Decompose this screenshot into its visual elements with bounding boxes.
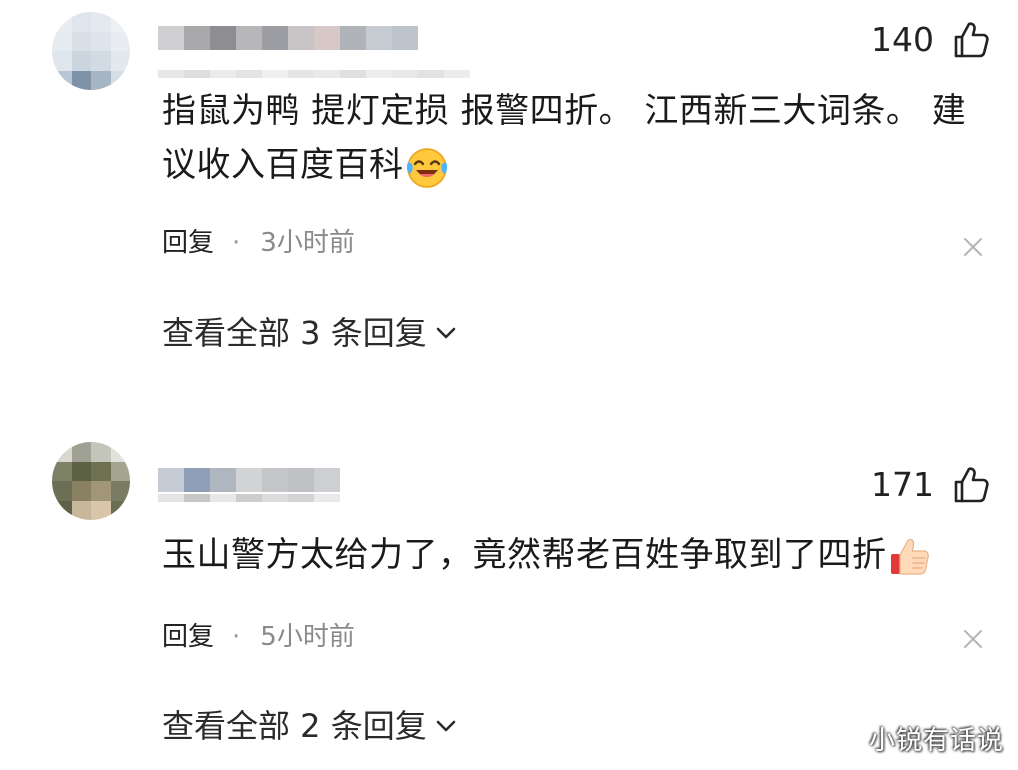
meta-separator: · [232,228,241,258]
view-replies-button[interactable]: 查看全部 2 条回复 [162,706,457,746]
username-shadow [158,494,340,502]
comment-text-line: 指鼠为鸭 提灯定损 报警四折。 江西新三大词条。 建 [162,91,967,131]
close-icon[interactable] [962,628,984,650]
comment-meta: 回复 · 5小时前 [162,620,355,654]
timestamp: 3小时前 [260,228,355,258]
view-replies-button[interactable]: 查看全部 3 条回复 [162,313,457,353]
like-count: 140 [871,20,934,59]
avatar[interactable] [52,442,130,520]
watermark: 小锐有话说 [868,726,1004,756]
comment-text: 玉山警方太给力了，竟然帮老百姓争取到了四折 [162,528,982,582]
username-shadow [158,70,470,78]
comment-meta: 回复 · 3小时前 [162,226,355,260]
view-replies-label: 查看全部 3 条回复 [162,314,427,352]
laughing-crying-emoji [406,147,447,188]
comment-text-segment: 议收入百度百科 [162,145,404,185]
thumbs-up-outline-icon[interactable] [950,465,990,505]
close-icon[interactable] [962,236,984,258]
reply-button[interactable]: 回复 [162,620,214,654]
view-replies-label: 查看全部 2 条回复 [162,707,427,745]
comment-item: 171 玉山警方太给力了，竟然帮老百姓争取到了四折 回复 · 5小时前 查看全部… [0,390,1018,770]
thumbs-up-emoji [890,538,929,575]
chevron-down-icon [436,327,456,339]
comment-item: 140 指鼠为鸭 提灯定损 报警四折。 江西新三大词条。 建 议收入百度百科 回… [0,0,1018,380]
username-redacted[interactable] [158,468,340,492]
thumbs-up-outline-icon[interactable] [950,20,990,60]
comment-text: 指鼠为鸭 提灯定损 报警四折。 江西新三大词条。 建 议收入百度百科 [162,84,982,192]
comment-text-line: 玉山警方太给力了，竟然帮老百姓争取到了四折 [162,535,887,575]
chevron-down-icon [436,720,456,732]
meta-separator: · [232,622,241,652]
timestamp: 5小时前 [260,622,355,652]
avatar[interactable] [52,12,130,90]
comment-text-line: 议收入百度百科 [162,138,982,192]
reply-button[interactable]: 回复 [162,226,214,260]
username-redacted[interactable] [158,26,418,50]
like-count: 171 [871,465,934,504]
